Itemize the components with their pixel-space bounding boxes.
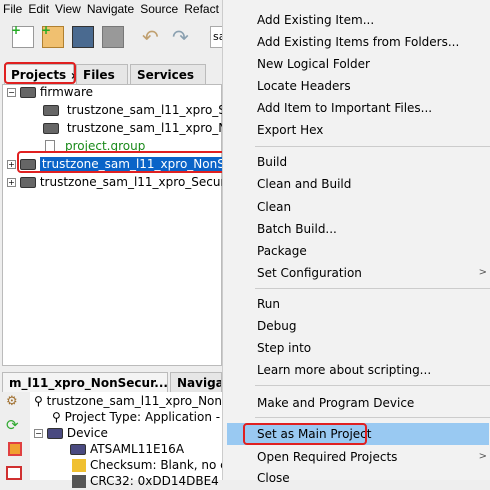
tree-label: Device [66, 426, 108, 440]
annotation-highlight [17, 151, 229, 173]
collapse-icon[interactable]: − [34, 429, 43, 438]
menu-separator [255, 288, 490, 289]
menu-separator [255, 417, 490, 418]
submenu-arrow-icon: > [478, 451, 487, 462]
expand-icon[interactable]: + [7, 160, 16, 169]
menu-item-export-hex[interactable]: Export Hex [223, 119, 490, 141]
tree-item-firmware[interactable]: − firmware [7, 83, 93, 101]
tab-dashboard[interactable]: m_l11_xpro_NonSecur... × [2, 372, 181, 392]
menu-item-step-into[interactable]: Step into [223, 337, 490, 359]
undo-icon[interactable]: ↶ [142, 26, 164, 48]
menu-item-label: Set Configuration [257, 266, 362, 280]
tree-label: CRC32: 0xDD14DBE4 [90, 474, 219, 488]
menu-file[interactable]: File [3, 2, 22, 16]
tab-services[interactable]: Services [130, 64, 206, 84]
redo-icon[interactable]: ↷ [172, 26, 194, 48]
project-icon [19, 87, 36, 98]
expand-icon[interactable]: + [7, 178, 16, 187]
project-tabs: Projects × Files Services [0, 62, 222, 84]
chip-icon [43, 123, 59, 134]
menu-item-set-configuration[interactable]: Set Configuration > [223, 262, 490, 284]
tab-files[interactable]: Files [76, 64, 128, 84]
menu-item-add-important-files[interactable]: Add Item to Important Files... [223, 97, 490, 119]
menu-view[interactable]: View [55, 2, 81, 16]
menu-item-add-existing-item[interactable]: Add Existing Item... [223, 9, 490, 31]
project-tree: − firmware trustzone_sam_l11_xpro_Secure… [2, 83, 283, 366]
dashboard-toolbar: ⚙ ⟳ [0, 392, 28, 480]
menu-source[interactable]: Source [140, 2, 178, 16]
annotation-highlight [243, 423, 367, 445]
collapse-icon[interactable]: − [7, 88, 16, 97]
menu-item-package[interactable]: Package [223, 240, 490, 262]
tree-label: trustzone_sam_l11_xpro_Secure [39, 175, 233, 189]
menu-item-build[interactable]: Build [223, 151, 490, 173]
chip-icon [46, 428, 63, 439]
menu-item-close[interactable]: Close [223, 467, 490, 489]
menu-separator [255, 385, 490, 386]
refresh-icon[interactable]: ⟳ [6, 416, 19, 434]
menu-item-new-logical-folder[interactable]: New Logical Folder [223, 53, 490, 75]
save-all-icon[interactable] [102, 26, 124, 48]
menu-item-clean-and-build[interactable]: Clean and Build [223, 173, 490, 195]
menu-edit[interactable]: Edit [28, 2, 49, 16]
menu-item-run[interactable]: Run [223, 293, 490, 315]
menu-refactor[interactable]: Refact [184, 2, 219, 16]
submenu-arrow-icon: > [478, 267, 487, 278]
context-menu: Add Existing Item... Add Existing Items … [222, 0, 490, 485]
tree-item[interactable]: + trustzone_sam_l11_xpro_Secure [7, 173, 233, 191]
menu-item-batch-build[interactable]: Batch Build... [223, 218, 490, 240]
menu-separator [255, 146, 490, 147]
menu-item-open-required-projects[interactable]: Open Required Projects > [223, 446, 490, 468]
menu-item-clean[interactable]: Clean [223, 196, 490, 218]
project-icon [19, 177, 36, 188]
open-project-icon[interactable] [72, 26, 94, 48]
crc-icon [72, 475, 86, 488]
settings-icon[interactable]: ⚙ [6, 394, 22, 409]
chip-icon [70, 444, 86, 455]
checksum-icon [72, 459, 86, 472]
menu-navigate[interactable]: Navigate [87, 2, 134, 16]
tree-label: firmware [39, 85, 94, 99]
menu-item-label: Open Required Projects [257, 450, 398, 464]
menu-item-add-existing-items-from-folders[interactable]: Add Existing Items from Folders... [223, 31, 490, 53]
tab-navigator[interactable]: Navigato [170, 372, 222, 392]
tree-item[interactable]: CRC32: 0xDD14DBE4 [72, 472, 219, 490]
annotation-highlight [4, 62, 76, 84]
menu-bar: File Edit View Navigate Source Refact [0, 0, 219, 18]
dashboard-tree: ⚲ trustzone_sam_l11_xpro_NonSecure ⚲ Pro… [30, 392, 305, 488]
tree-label: ATSAML11E16A [90, 442, 185, 456]
menu-item-debug[interactable]: Debug [223, 315, 490, 337]
new-file-icon[interactable]: + [11, 23, 34, 48]
menu-item-make-and-program-device[interactable]: Make and Program Device [223, 392, 490, 414]
menu-item-learn-scripting[interactable]: Learn more about scripting... [223, 359, 490, 381]
toolbar: + + ↶ ↷ sa [0, 22, 224, 54]
new-project-icon[interactable]: + [41, 23, 64, 48]
tab-label: m_l11_xpro_NonSecur... [9, 376, 168, 390]
chip-icon [43, 105, 59, 116]
stop-icon[interactable] [8, 442, 22, 456]
menu-item-locate-headers[interactable]: Locate Headers [223, 75, 490, 97]
dashboard-panel: m_l11_xpro_NonSecur... × Navigato ⚙ ⟳ ⚲ … [0, 372, 305, 488]
pdf-icon[interactable] [6, 466, 22, 480]
